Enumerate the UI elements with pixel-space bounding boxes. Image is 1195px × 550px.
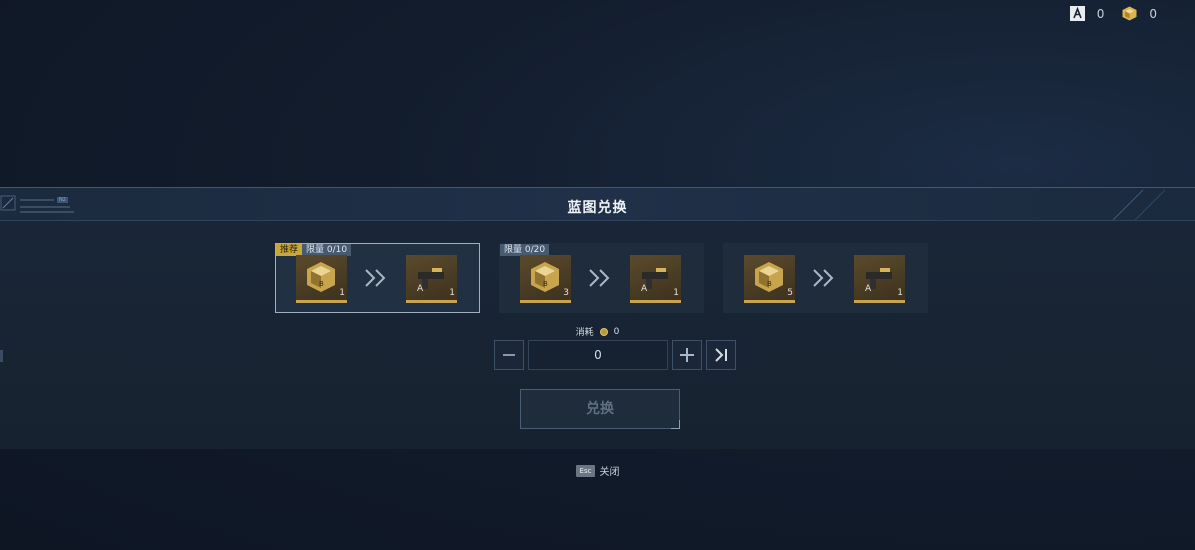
close-label: 关闭 — [599, 467, 620, 478]
cost-label: 消耗 — [575, 328, 594, 338]
output-qty: 1 — [673, 288, 679, 298]
exchange-options: 推荐 限量 0/10 B 1 A 1 限量 0/20 B 3 A 1 B 5 A… — [275, 243, 928, 313]
exchange-card-1[interactable]: 推荐 限量 0/10 B 1 A 1 — [275, 243, 480, 313]
svg-text:A: A — [865, 284, 872, 294]
left-edge-marker — [0, 350, 3, 362]
decrease-button[interactable] — [494, 340, 524, 370]
close-hint[interactable]: Esc 关闭 — [0, 463, 1195, 478]
header-diagonal-deco — [1112, 189, 1165, 221]
blueprint-crate-icon: B — [755, 262, 783, 292]
blueprint-a-icon — [1069, 6, 1085, 21]
weapon-blueprint-icon: A — [641, 268, 668, 294]
weapon-blueprint-icon: A — [865, 268, 892, 294]
input-material-item: B 3 — [520, 255, 571, 303]
gold-box-icon — [1122, 6, 1137, 21]
currency-blueprint-value: 0 — [1096, 6, 1105, 21]
max-arrow-icon — [715, 348, 727, 362]
dialog-header: N2 蓝图兑换 — [0, 188, 1195, 221]
blueprint-crate-icon: B — [307, 262, 335, 292]
svg-text:B: B — [767, 280, 772, 288]
weapon-blueprint-icon: A — [417, 268, 444, 294]
exchange-button[interactable]: 兑换 — [520, 389, 680, 429]
quantity-input[interactable]: 0 — [528, 340, 668, 370]
double-chevron-icon — [813, 269, 834, 287]
svg-text:A: A — [417, 284, 424, 294]
output-blueprint-item: A 1 — [630, 255, 681, 303]
currency-gold: 0 — [1122, 6, 1157, 21]
quantity-stepper: 0 — [494, 340, 736, 370]
dialog-title: 蓝图兑换 — [567, 200, 628, 216]
svg-text:B: B — [543, 280, 548, 288]
gold-coin-icon — [599, 327, 608, 336]
currency-gold-value: 0 — [1149, 6, 1157, 21]
max-button[interactable] — [706, 340, 736, 370]
currency-bar: 0 0 — [1069, 6, 1157, 21]
exchange-card-2[interactable]: 限量 0/20 B 3 A 1 — [499, 243, 704, 313]
cost-row: 消耗 0 — [0, 325, 1195, 339]
output-blueprint-item: A 1 — [406, 255, 457, 303]
plus-icon — [680, 348, 694, 362]
blueprint-crate-icon: B — [531, 262, 559, 292]
svg-text:A: A — [641, 284, 648, 294]
input-material-item: B 1 — [296, 255, 347, 303]
minus-icon — [503, 354, 515, 356]
output-qty: 1 — [449, 288, 455, 298]
output-blueprint-item: A 1 — [854, 255, 905, 303]
exchange-card-3[interactable]: B 5 A 1 — [723, 243, 928, 313]
double-chevron-icon — [365, 269, 386, 287]
cost-value: 0 — [613, 326, 620, 337]
input-qty: 5 — [787, 288, 793, 298]
input-qty: 3 — [563, 288, 569, 298]
input-material-item: B 5 — [744, 255, 795, 303]
blueprint-exchange-dialog: N2 蓝图兑换 推荐 限量 0/10 B 1 A 1 限量 0/20 B 3 A… — [0, 187, 1195, 449]
output-qty: 1 — [897, 288, 903, 298]
input-qty: 1 — [339, 288, 345, 298]
svg-text:B: B — [319, 280, 324, 288]
esc-key: Esc — [575, 464, 596, 477]
currency-blueprint: 0 — [1069, 6, 1105, 21]
double-chevron-icon — [589, 269, 610, 287]
increase-button[interactable] — [672, 340, 702, 370]
